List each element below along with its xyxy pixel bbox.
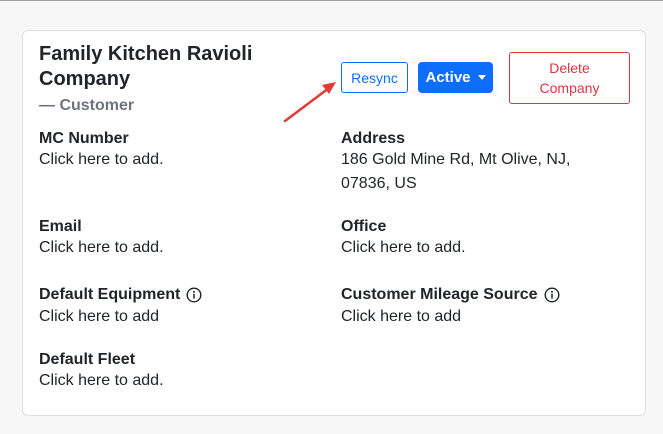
email-label: Email xyxy=(39,218,82,235)
address-label: Address xyxy=(341,130,406,147)
customer-mileage-source-label: Customer Mileage Source xyxy=(341,285,560,305)
office-value[interactable]: Click here to add. xyxy=(341,236,466,260)
default-fleet-value[interactable]: Click here to add. xyxy=(39,369,164,393)
customer-mileage-source-label-text: Customer Mileage Source xyxy=(341,286,538,303)
default-equipment-label: Default Equipment xyxy=(39,285,202,305)
info-circle-icon[interactable] xyxy=(186,287,202,303)
office-label: Office xyxy=(341,218,387,235)
address-value[interactable]: 186 Gold Mine Rd, Mt Olive, NJ, 07836, U… xyxy=(341,148,601,196)
default-fleet-label: Default Fleet xyxy=(39,351,136,368)
default-equipment-value[interactable]: Click here to add xyxy=(39,305,159,329)
email-value[interactable]: Click here to add. xyxy=(39,236,164,260)
default-equipment-label-text: Default Equipment xyxy=(39,286,181,303)
customer-mileage-source-value[interactable]: Click here to add xyxy=(341,305,461,329)
mc-number-value[interactable]: Click here to add. xyxy=(39,148,164,172)
info-circle-icon[interactable] xyxy=(543,287,560,303)
mc-number-label: MC Number xyxy=(39,130,129,147)
